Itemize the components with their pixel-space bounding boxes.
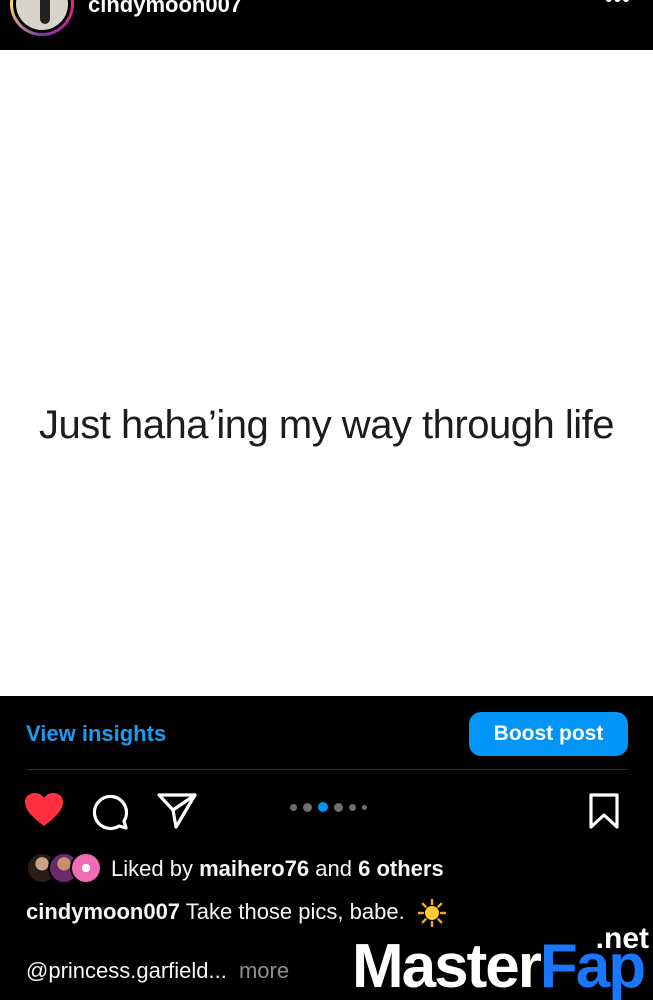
likes-others-link[interactable]: 6 others bbox=[358, 856, 444, 881]
view-insights-link[interactable]: View insights bbox=[26, 721, 166, 747]
paper-plane-icon[interactable] bbox=[156, 792, 198, 830]
avatar-image bbox=[13, 0, 71, 33]
boost-post-button[interactable]: Boost post bbox=[469, 712, 628, 756]
bookmark-icon[interactable] bbox=[588, 792, 620, 830]
avatar bbox=[70, 852, 102, 884]
watermark: .net MasterFap bbox=[352, 922, 653, 1000]
carousel-dot bbox=[334, 802, 343, 812]
likes-summary[interactable]: Liked by maihero76 and 6 others bbox=[111, 856, 444, 882]
carousel-dot bbox=[362, 804, 367, 810]
post-header: cindymoon007 ••• bbox=[0, 0, 653, 50]
more-link[interactable]: more bbox=[239, 958, 289, 983]
liker-username[interactable]: maihero76 bbox=[199, 856, 309, 881]
post-image[interactable]: Just haha’ing my way through life bbox=[0, 50, 653, 696]
carousel-indicator bbox=[290, 802, 367, 812]
header-username[interactable]: cindymoon007 bbox=[88, 0, 242, 18]
post-image-text: Just haha’ing my way through life bbox=[39, 403, 614, 447]
liker-avatars[interactable] bbox=[26, 852, 104, 884]
heart-filled-icon[interactable] bbox=[24, 792, 64, 828]
carousel-dot bbox=[303, 802, 312, 812]
profile-avatar[interactable] bbox=[10, 0, 74, 36]
ellipsis-horizontal-icon[interactable]: ••• bbox=[605, 0, 631, 12]
carousel-dot bbox=[349, 803, 356, 811]
likes-prefix: Liked by bbox=[111, 856, 193, 881]
divider bbox=[26, 769, 628, 770]
caption-username[interactable]: cindymoon007 bbox=[26, 899, 180, 924]
comment-preview: @princess.garfield... more bbox=[26, 958, 289, 984]
likes-joiner: and bbox=[315, 856, 352, 881]
carousel-dot-active bbox=[318, 802, 328, 812]
comment-icon[interactable] bbox=[90, 792, 130, 832]
caption-text: Take those pics, babe. bbox=[185, 898, 405, 924]
watermark-master: Master bbox=[352, 932, 542, 1000]
carousel-dot bbox=[290, 803, 297, 811]
mention-link[interactable]: @princess.garfield... bbox=[26, 958, 227, 983]
watermark-logo: MasterFap bbox=[352, 936, 646, 998]
watermark-fap: Fap bbox=[539, 932, 646, 1000]
